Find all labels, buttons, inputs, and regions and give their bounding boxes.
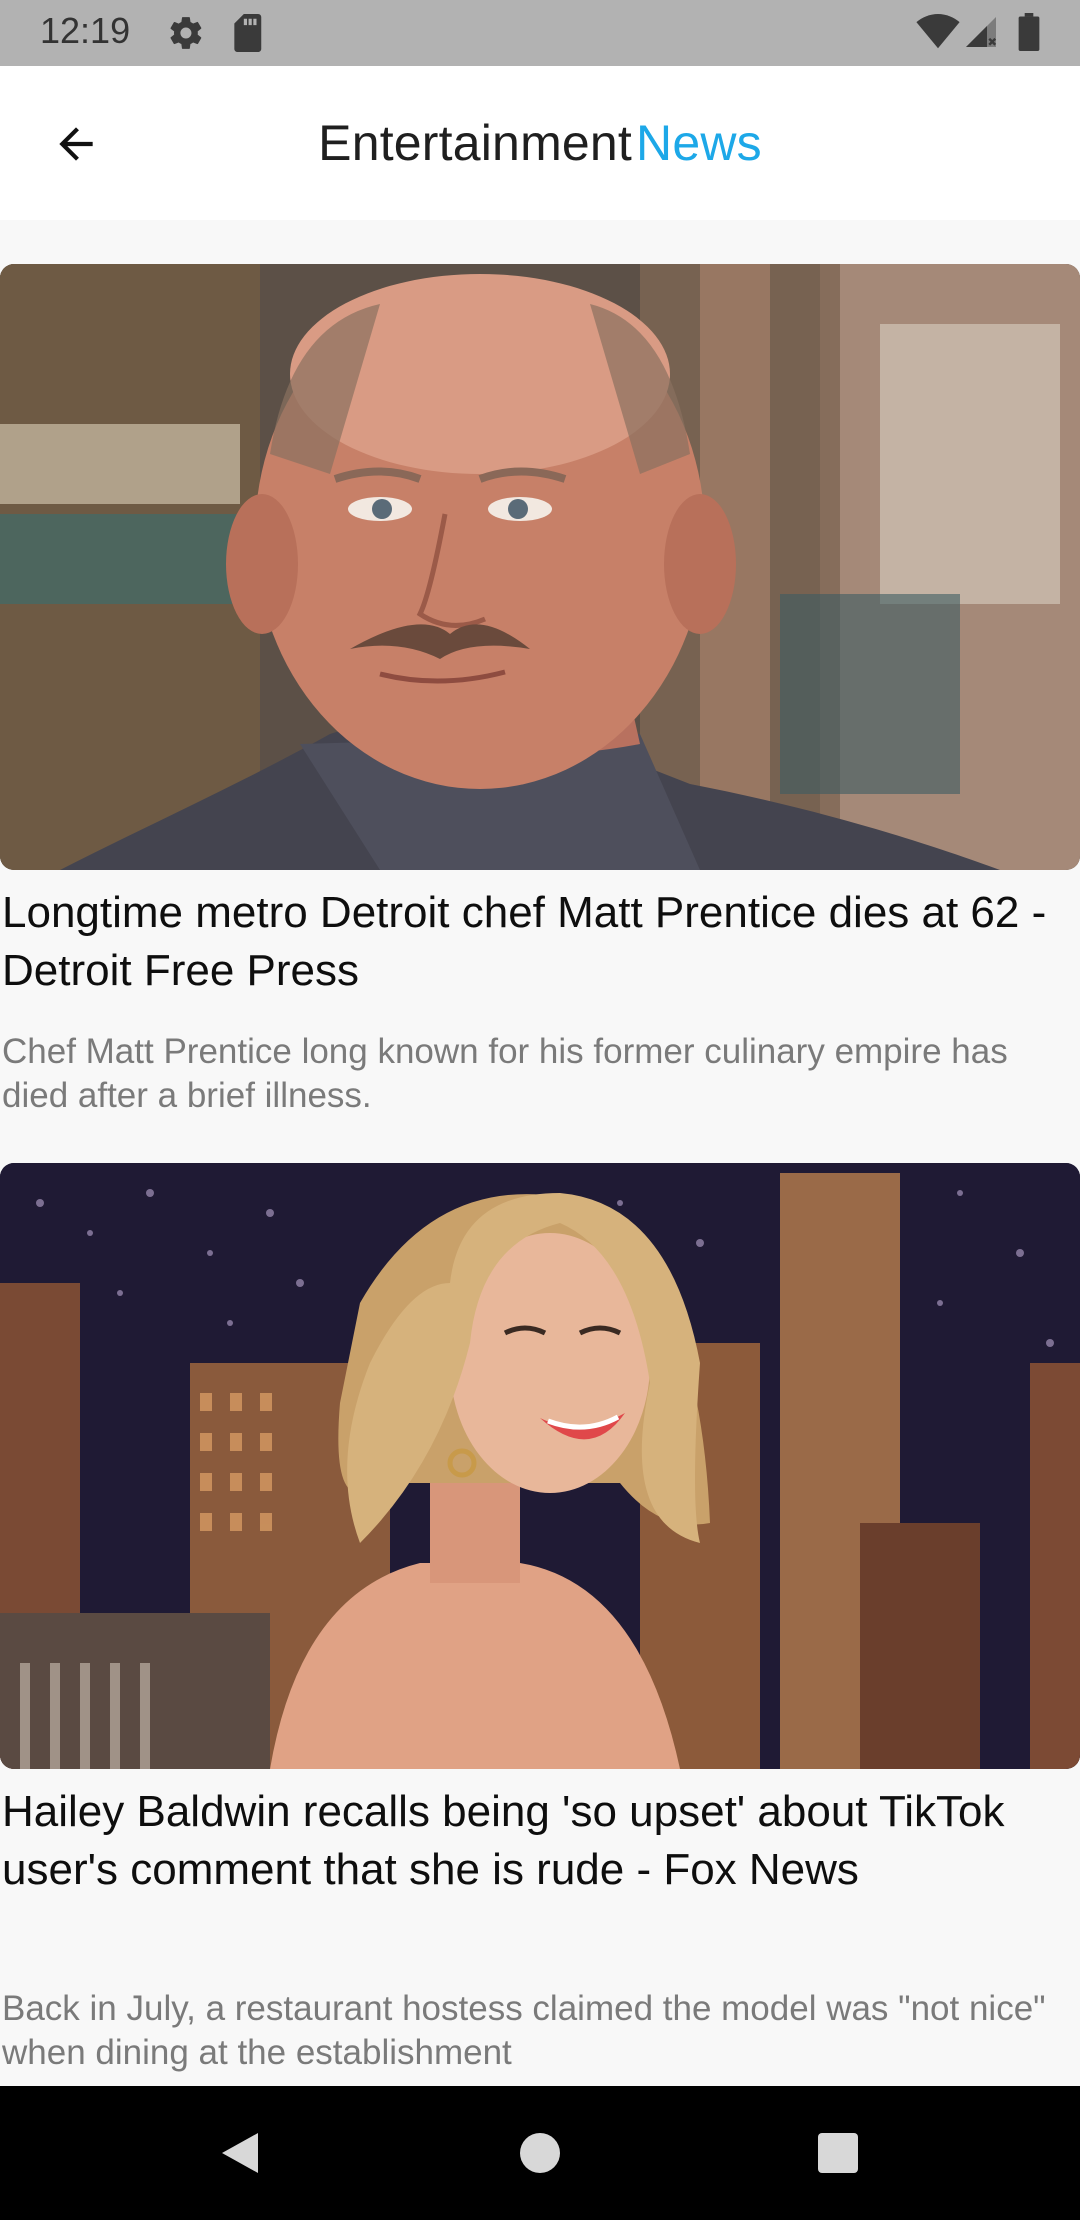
- sd-card-icon: [234, 14, 262, 52]
- battery-icon: [1018, 13, 1040, 51]
- model-portrait-image: [0, 1163, 1080, 1769]
- nav-home-button[interactable]: [500, 2116, 580, 2190]
- nav-back-button[interactable]: [200, 2116, 280, 2190]
- article-description: Back in July, a restaurant hostess claim…: [2, 1989, 1046, 2072]
- wifi-icon: [916, 14, 960, 49]
- chef-portrait-image: [0, 264, 1080, 870]
- article-title[interactable]: Longtime metro Detroit chef Matt Prentic…: [2, 884, 1072, 1000]
- app-bar: Entertainment News: [0, 66, 1080, 220]
- screen: 12:19 Entertainment News Longtime metro …: [0, 0, 1080, 2220]
- article-image[interactable]: [0, 1163, 1080, 1769]
- article-image[interactable]: [0, 264, 1080, 870]
- nav-recents-button[interactable]: [798, 2116, 878, 2190]
- home-circle-icon: [520, 2133, 560, 2173]
- recents-square-icon: [818, 2133, 858, 2173]
- title-news: News: [636, 115, 762, 171]
- gear-icon: [170, 17, 202, 49]
- signal-icon: [966, 17, 997, 47]
- status-bar: 12:19: [0, 0, 1080, 66]
- article-description: Chef Matt Prentice long known for his fo…: [2, 1032, 1008, 1115]
- article-title[interactable]: Hailey Baldwin recalls being 'so upset' …: [2, 1783, 1072, 1899]
- app-title: Entertainment News: [0, 66, 1080, 220]
- title-entertainment: Entertainment: [318, 115, 633, 171]
- system-nav-bar: [0, 2086, 1080, 2220]
- back-triangle-icon: [222, 2133, 258, 2173]
- arrow-left-icon: [59, 127, 93, 161]
- status-time: 12:19: [40, 10, 131, 51]
- back-button[interactable]: [38, 106, 114, 182]
